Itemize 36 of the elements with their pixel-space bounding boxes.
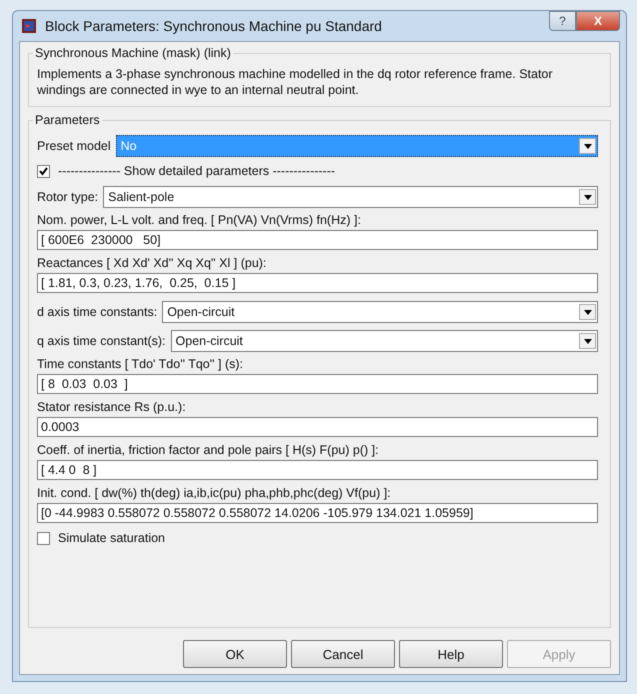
checkbox-label: Simulate saturation <box>58 531 166 545</box>
block-icon <box>21 18 37 34</box>
dialog-button[interactable]: Help <box>399 640 503 668</box>
help-button[interactable]: ? <box>549 11 576 31</box>
parameter-label: Init. cond. [ dw(%) th(deg) ia,ib,ic(pu) pha,phb,phc(deg) Vf(pu) ]: <box>37 486 392 500</box>
input-field[interactable]: [ 8 0.03 0.03 ] <box>37 374 598 394</box>
group-title: Parameters <box>34 113 101 127</box>
dropdown-value: Open-circuit <box>174 334 244 348</box>
parameter-label: q axis time constant(s): <box>37 334 166 348</box>
parameter-label: Time constants [ Tdo' Tdo'' Tqo'' ] (s): <box>37 357 244 371</box>
input-field[interactable]: [ 600E6 230000 50] <box>37 230 598 250</box>
dropdown[interactable]: Open-circuit <box>162 301 598 323</box>
parameter-label: Preset model <box>37 139 111 153</box>
input-field[interactable]: [ 1.81, 0.3, 0.23, 1.76, 0.25, 0.15 ] <box>37 273 598 293</box>
checkbox[interactable] <box>37 532 50 544</box>
parameter-label: Coeff. of inertia, friction factor and pole pairs [ H(s) F(pu) p() ]: <box>37 443 380 457</box>
dialog-button[interactable]: Cancel <box>291 640 395 668</box>
input-field[interactable]: [0 -44.9983 0.558072 0.558072 0.558072 14.0206 -105.979 134.021 1.05959] <box>37 503 598 523</box>
input-field[interactable]: 0.0003 <box>37 417 598 437</box>
parameter-label: Reactances [ Xd Xd' Xd'' Xq Xq'' Xl ] (pu): <box>37 256 268 270</box>
parameter-label: Nom. power, L-L volt. and freq. [ Pn(VA) Vn(Vrms) fn(Hz) ]: <box>37 213 362 227</box>
window-title: Block Parameters: Synchronous Machine pu Standard <box>45 18 383 34</box>
parameter-label: d axis time constants: <box>37 305 158 319</box>
input-field[interactable]: [ 4.4 0 8 ] <box>37 460 598 480</box>
dropdown-value: No <box>120 139 138 153</box>
dialog-button[interactable]: OK <box>183 640 287 668</box>
dropdown-value: Open-circuit <box>166 305 236 319</box>
parameter-label: Rotor type: <box>37 190 98 204</box>
dropdown[interactable]: Open-circuit <box>170 330 598 352</box>
mask-description: Implements a 3-phase synchronous machine modelled in the dq rotor reference frame. Stator windings are connected in wye to an internal neutral point. <box>37 66 554 98</box>
dropdown[interactable]: Salient-pole <box>103 186 598 208</box>
group-title: Synchronous Machine (mask) (link) <box>34 46 232 60</box>
checkbox[interactable] <box>37 164 50 178</box>
checkbox-label: --------------- Show detailed parameters --------------- <box>58 164 336 178</box>
parameter-label: Stator resistance Rs (p.u.): <box>37 400 187 414</box>
dropdown-value: Salient-pole <box>107 190 176 204</box>
